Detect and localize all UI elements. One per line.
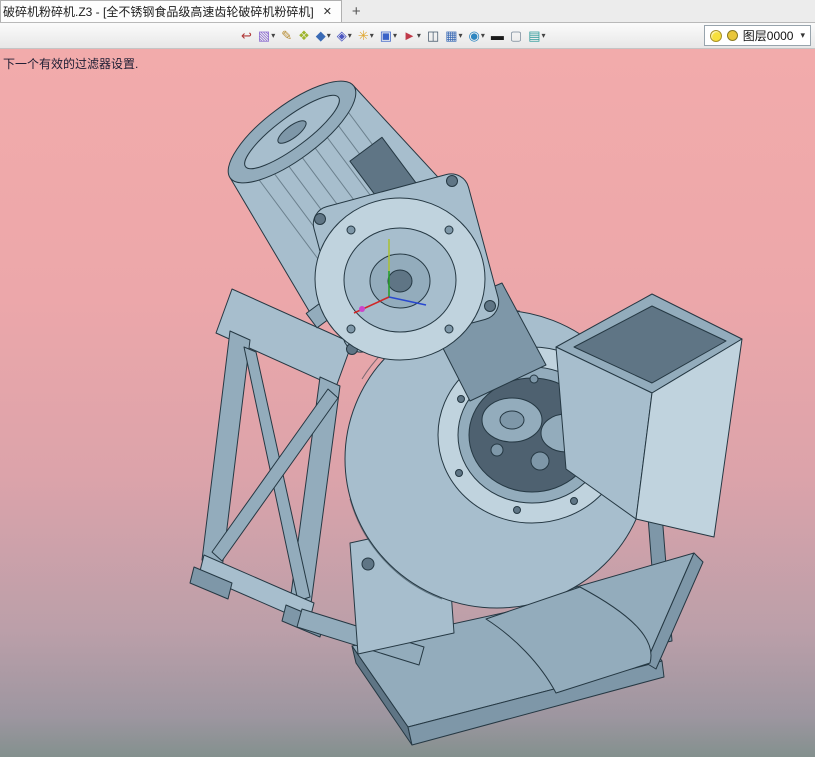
line-width-icon[interactable]: ▬ xyxy=(488,26,507,46)
render-mode-icon[interactable]: ◈ xyxy=(334,26,355,46)
appearance-flower-icon[interactable]: ✳ xyxy=(355,26,377,46)
rim-bolt-4 xyxy=(455,469,463,477)
ring-bolt-2 xyxy=(346,324,356,334)
crusher-3d-model[interactable] xyxy=(0,49,815,757)
ring-bolt-3 xyxy=(346,225,356,235)
exit-icon[interactable]: ↩ xyxy=(238,26,255,46)
layer-name-label: 图层0000 xyxy=(742,29,794,43)
background-color-icon[interactable]: ▢ xyxy=(507,26,525,46)
internal-part-1 xyxy=(530,451,550,471)
ring-bolt-1 xyxy=(444,324,454,334)
new-tab-button[interactable]: + xyxy=(342,1,371,22)
internal-gear-1-hub xyxy=(499,410,525,430)
housing-top-bolt-2 xyxy=(529,374,539,384)
3d-viewport[interactable]: 下一个有效的过滤器设置. xyxy=(0,49,815,757)
tab-close-icon[interactable]: ✕ xyxy=(321,5,334,18)
bracket-bolt-1 xyxy=(361,557,375,571)
rim-bolt-3 xyxy=(513,506,521,514)
face-color-icon[interactable]: ▧ xyxy=(255,26,278,46)
section-view-icon[interactable]: ◫ xyxy=(424,26,442,46)
triad-origin-point xyxy=(359,306,365,312)
cad-application-window: 破碎机粉碎机.Z3 - [全不锈钢食品级高速齿轮破碎机粉碎机] ✕ + ↩ ▧ … xyxy=(0,0,815,757)
move-arrow-icon[interactable]: ► xyxy=(400,26,424,46)
layer-color-swatch[interactable] xyxy=(726,30,738,41)
shade-cube-icon[interactable]: ❖ xyxy=(295,26,313,46)
document-tab-title: 破碎机粉碎机.Z3 - [全不锈钢食品级高速齿轮破碎机粉碎机] xyxy=(3,5,314,19)
environment-globe-icon[interactable]: ◉ xyxy=(466,26,488,46)
texture-square-icon[interactable]: ▣ xyxy=(377,26,400,46)
display-cube-icon[interactable]: ◆ xyxy=(313,26,334,46)
paint-brush-icon[interactable]: ✎ xyxy=(278,26,295,46)
internal-part-2 xyxy=(490,443,504,457)
grid-table-icon[interactable]: ▦ xyxy=(442,26,465,46)
flange-hub xyxy=(387,269,413,293)
layer-stack-icon[interactable]: ▤ xyxy=(525,26,548,46)
status-prompt: 下一个有效的过滤器设置. xyxy=(3,57,139,71)
document-tab-bar: 破碎机粉碎机.Z3 - [全不锈钢食品级高速齿轮破碎机粉碎机] ✕ + xyxy=(0,0,815,23)
flange-bolt-2 xyxy=(446,175,458,187)
flange-bolt-1 xyxy=(314,213,326,225)
layer-menu-arrow-icon[interactable]: ▾ xyxy=(800,30,805,41)
flange-bolt-3 xyxy=(484,300,496,312)
ring-bolt-4 xyxy=(444,225,454,235)
layer-visibility-bulb-icon[interactable] xyxy=(709,29,722,42)
visualization-toolbar: ↩ ▧ ✎ ❖ ◆ ◈ ✳ ▣ ► ◫ ▦ ◉ ▬ ▢ ▤ 图层0000 ▾ xyxy=(0,23,815,49)
rim-bolt-5 xyxy=(457,395,465,403)
layer-selector[interactable]: 图层0000 ▾ xyxy=(703,25,811,46)
document-tab[interactable]: 破碎机粉碎机.Z3 - [全不锈钢食品级高速齿轮破碎机粉碎机] ✕ xyxy=(0,0,342,22)
rim-bolt-2 xyxy=(570,497,578,505)
